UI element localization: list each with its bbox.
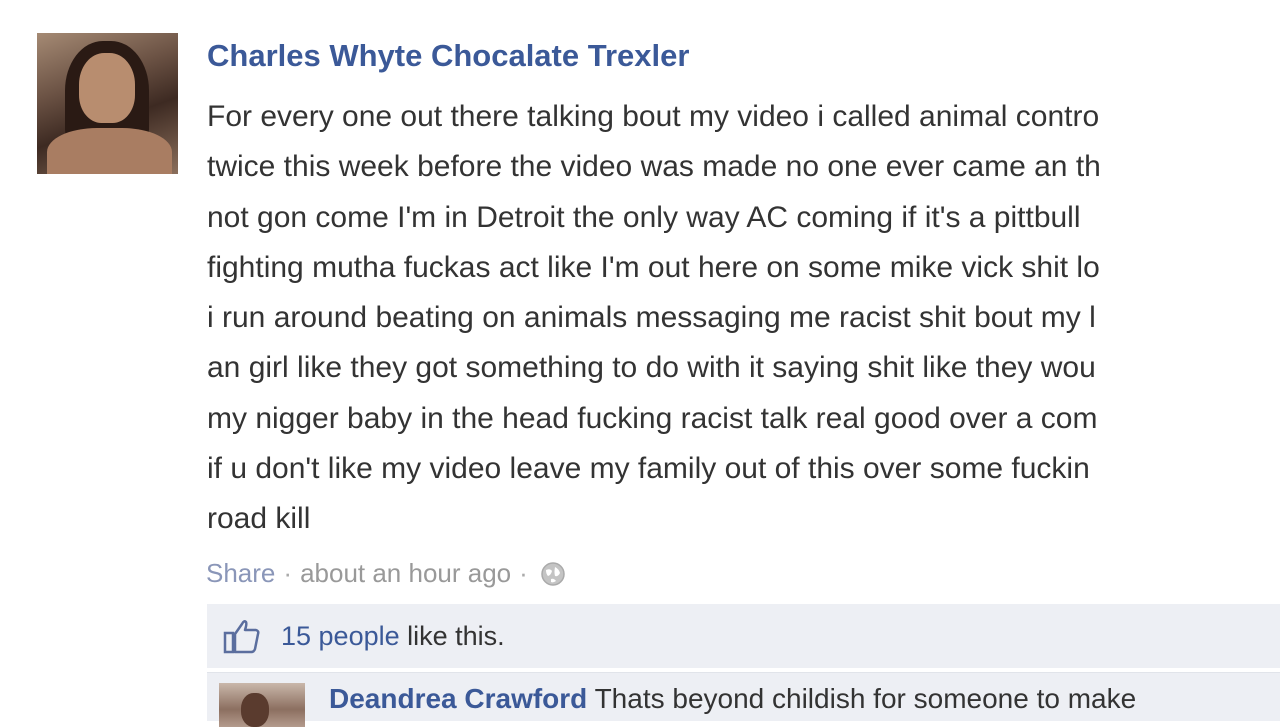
likes-text: 15 people like this. (281, 621, 505, 652)
likes-summary: 15 people like this. (207, 604, 1280, 668)
message-line: For every one out there talking bout my … (207, 100, 1100, 133)
facebook-post: Charles Whyte Chocalate Trexler For ever… (0, 0, 1280, 727)
avatar-face (79, 53, 135, 123)
commenter-avatar[interactable] (219, 683, 305, 727)
post-meta: Share · about an hour ago · (206, 558, 566, 589)
message-line: my nigger baby in the head fucking racis… (207, 401, 1098, 435)
comment-text: Thats beyond childish for someone to mak… (587, 683, 1137, 714)
commenter-avatar-face (241, 693, 269, 727)
message-line: fighting mutha fuckas act like I'm out h… (207, 250, 1100, 284)
message-line: not gon come I'm in Detroit the only way… (207, 200, 1081, 234)
post-author-name[interactable]: Charles Whyte Chocalate Trexler (207, 38, 689, 74)
meta-separator: · (519, 558, 528, 588)
message-line: an girl like they got something to do wi… (207, 351, 1096, 385)
thumbs-up-icon[interactable] (223, 618, 261, 654)
message-line: if u don't like my video leave my family… (207, 452, 1090, 486)
comment: Deandrea Crawford Thats beyond childish … (207, 672, 1280, 727)
globe-icon[interactable] (540, 561, 566, 587)
meta-separator: · (283, 558, 293, 588)
likes-count-link[interactable]: 15 people (281, 621, 400, 651)
avatar-body (47, 128, 172, 174)
message-line: twice this week before the video was mad… (207, 150, 1101, 184)
post-timestamp[interactable]: about an hour ago (300, 558, 511, 589)
likes-suffix: like this. (399, 620, 505, 651)
author-avatar[interactable] (37, 33, 178, 174)
share-link[interactable]: Share (206, 558, 275, 589)
comment-body: Deandrea Crawford Thats beyond childish … (329, 683, 1136, 715)
post-message: For every one out there talking bout my … (207, 92, 1280, 545)
message-line: i run around beating on animals messagin… (207, 301, 1096, 335)
comment-author-name[interactable]: Deandrea Crawford (329, 683, 587, 714)
message-line: road kill (207, 502, 311, 536)
